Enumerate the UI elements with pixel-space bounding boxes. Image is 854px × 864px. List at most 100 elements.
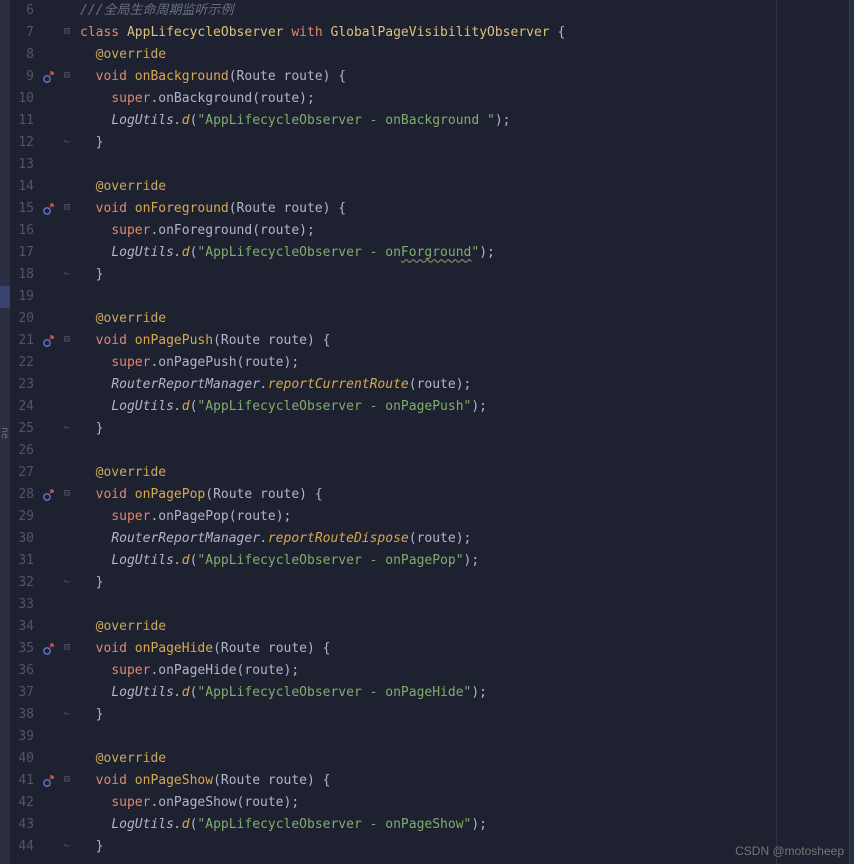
line-number[interactable]: 8 xyxy=(14,44,34,66)
line-number[interactable]: 28 xyxy=(14,484,34,506)
code-line[interactable]: RouterReportManager.reportCurrentRoute(r… xyxy=(80,374,849,396)
override-gutter-icon[interactable] xyxy=(42,334,58,348)
line-number[interactable]: 42 xyxy=(14,792,34,814)
code-line[interactable]: } xyxy=(80,704,849,726)
code-line[interactable]: super.onBackground(route); xyxy=(80,88,849,110)
code-line[interactable]: } xyxy=(80,264,849,286)
line-number[interactable]: 27 xyxy=(14,462,34,484)
line-number[interactable]: 41 xyxy=(14,770,34,792)
override-gutter-icon[interactable] xyxy=(42,774,58,788)
override-gutter-icon[interactable] xyxy=(42,202,58,216)
line-number[interactable]: 38 xyxy=(14,704,34,726)
code-line[interactable]: } xyxy=(80,836,849,858)
fold-open-icon[interactable]: ⊟ xyxy=(64,774,70,785)
fold-close-icon[interactable]: ⌙ xyxy=(64,576,70,587)
fold-close-icon[interactable]: ⌙ xyxy=(64,136,70,147)
override-gutter-icon[interactable] xyxy=(42,642,58,656)
code-line[interactable]: LogUtils.d("AppLifecycleObserver - onPag… xyxy=(80,814,849,836)
fold-close-icon[interactable]: ⌙ xyxy=(64,268,70,279)
line-number[interactable]: 26 xyxy=(14,440,34,462)
code-line[interactable]: } xyxy=(80,418,849,440)
code-line[interactable]: LogUtils.d("AppLifecycleObserver - onFor… xyxy=(80,242,849,264)
line-number[interactable]: 35 xyxy=(14,638,34,660)
line-number[interactable]: 20 xyxy=(14,308,34,330)
line-number-gutter[interactable]: 6789101112131415161718192021222324252627… xyxy=(10,0,40,864)
fold-open-icon[interactable]: ⊟ xyxy=(64,26,70,37)
fold-close-icon[interactable]: ⌙ xyxy=(64,840,70,851)
code-line[interactable]: ///全局生命周期监听示例 xyxy=(80,0,849,22)
line-number[interactable]: 40 xyxy=(14,748,34,770)
line-number[interactable]: 25 xyxy=(14,418,34,440)
line-number[interactable]: 30 xyxy=(14,528,34,550)
line-number[interactable]: 44 xyxy=(14,836,34,858)
line-number[interactable]: 33 xyxy=(14,594,34,616)
code-line[interactable]: super.onPageShow(route); xyxy=(80,792,849,814)
fold-open-icon[interactable]: ⊟ xyxy=(64,202,70,213)
code-line[interactable]: RouterReportManager.reportRouteDispose(r… xyxy=(80,528,849,550)
fold-column[interactable]: ⊟ ⊟ ⌙ ⊟ ⌙ ⊟ ⌙ ⊟ ⌙ ⊟ ⌙ ⊟ ⌙ xyxy=(62,0,76,864)
line-number[interactable]: 21 xyxy=(14,330,34,352)
code-line[interactable]: LogUtils.d("AppLifecycleObserver - onPag… xyxy=(80,550,849,572)
code-line[interactable]: void onPageHide(Route route) { xyxy=(80,638,849,660)
code-line[interactable]: @override xyxy=(80,462,849,484)
line-number[interactable]: 16 xyxy=(14,220,34,242)
line-number[interactable]: 9 xyxy=(14,66,34,88)
line-number[interactable]: 36 xyxy=(14,660,34,682)
code-line[interactable] xyxy=(80,594,849,616)
code-line[interactable]: super.onPagePush(route); xyxy=(80,352,849,374)
code-content[interactable]: ///全局生命周期监听示例class AppLifecycleObserver … xyxy=(76,0,849,864)
fold-close-icon[interactable]: ⌙ xyxy=(64,422,70,433)
fold-open-icon[interactable]: ⊟ xyxy=(64,488,70,499)
override-gutter-icon[interactable] xyxy=(42,70,58,84)
line-number[interactable]: 39 xyxy=(14,726,34,748)
code-line[interactable]: void onBackground(Route route) { xyxy=(80,66,849,88)
fold-close-icon[interactable]: ⌙ xyxy=(64,708,70,719)
fold-open-icon[interactable]: ⊟ xyxy=(64,70,70,81)
line-number[interactable]: 18 xyxy=(14,264,34,286)
code-line[interactable] xyxy=(80,726,849,748)
code-line[interactable] xyxy=(80,440,849,462)
code-line[interactable]: void onForeground(Route route) { xyxy=(80,198,849,220)
line-number[interactable]: 23 xyxy=(14,374,34,396)
line-number[interactable]: 31 xyxy=(14,550,34,572)
code-line[interactable]: super.onPageHide(route); xyxy=(80,660,849,682)
code-line[interactable] xyxy=(80,286,849,308)
code-line[interactable]: @override xyxy=(80,308,849,330)
code-line[interactable]: void onPagePop(Route route) { xyxy=(80,484,849,506)
code-line[interactable]: LogUtils.d("AppLifecycleObserver - onPag… xyxy=(80,682,849,704)
code-line[interactable]: LogUtils.d("AppLifecycleObserver - onBac… xyxy=(80,110,849,132)
line-number[interactable]: 11 xyxy=(14,110,34,132)
line-number[interactable]: 7 xyxy=(14,22,34,44)
fold-open-icon[interactable]: ⊟ xyxy=(64,334,70,345)
line-number[interactable]: 24 xyxy=(14,396,34,418)
code-line[interactable] xyxy=(80,154,849,176)
code-editor[interactable]: ne 6789101112131415161718192021222324252… xyxy=(0,0,854,864)
line-number[interactable]: 14 xyxy=(14,176,34,198)
line-number[interactable]: 13 xyxy=(14,154,34,176)
code-line[interactable]: void onPageShow(Route route) { xyxy=(80,770,849,792)
code-line[interactable]: class AppLifecycleObserver with GlobalPa… xyxy=(80,22,849,44)
override-gutter-icon[interactable] xyxy=(42,488,58,502)
code-line[interactable]: @override xyxy=(80,616,849,638)
line-number[interactable]: 19 xyxy=(14,286,34,308)
line-number[interactable]: 17 xyxy=(14,242,34,264)
code-line[interactable]: } xyxy=(80,132,849,154)
code-line[interactable]: LogUtils.d("AppLifecycleObserver - onPag… xyxy=(80,396,849,418)
code-line[interactable]: @override xyxy=(80,748,849,770)
code-line[interactable]: @override xyxy=(80,176,849,198)
line-number[interactable]: 32 xyxy=(14,572,34,594)
line-number[interactable]: 22 xyxy=(14,352,34,374)
line-number[interactable]: 6 xyxy=(14,0,34,22)
line-number[interactable]: 29 xyxy=(14,506,34,528)
line-number[interactable]: 43 xyxy=(14,814,34,836)
fold-open-icon[interactable]: ⊟ xyxy=(64,642,70,653)
line-number[interactable]: 10 xyxy=(14,88,34,110)
code-line[interactable]: super.onPagePop(route); xyxy=(80,506,849,528)
line-number[interactable]: 34 xyxy=(14,616,34,638)
line-number[interactable]: 15 xyxy=(14,198,34,220)
code-line[interactable]: } xyxy=(80,572,849,594)
code-line[interactable]: void onPagePush(Route route) { xyxy=(80,330,849,352)
scrollbar-track[interactable] xyxy=(849,0,854,864)
line-number[interactable]: 37 xyxy=(14,682,34,704)
code-line[interactable]: super.onForeground(route); xyxy=(80,220,849,242)
